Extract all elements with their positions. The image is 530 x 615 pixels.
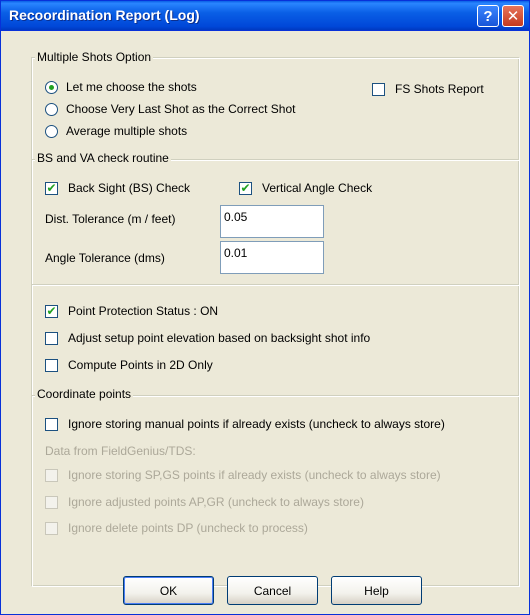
dist-tolerance-label: Dist. Tolerance (m / feet) [45, 212, 176, 226]
radio-choose-shots-button[interactable] [45, 80, 58, 94]
help-button[interactable]: Help [331, 576, 422, 605]
radio-last-shot-button[interactable] [45, 102, 58, 116]
radio-average-shots-button[interactable] [45, 124, 58, 138]
ignore-delete-label: Ignore delete points DP (uncheck to proc… [68, 521, 308, 535]
ignore-manual-box[interactable] [45, 417, 58, 431]
angle-tolerance-label: Angle Tolerance (dms) [45, 251, 165, 265]
ok-button[interactable]: OK [123, 576, 214, 605]
fs-shots-report-checkbox[interactable]: FS Shots Report [372, 82, 484, 96]
separator-protection [32, 284, 519, 286]
dialog-window: Recoordination Report (Log) ? ✕ Multiple… [0, 0, 530, 615]
bs-check-box[interactable]: ✔ [45, 181, 58, 195]
radio-average-shots[interactable]: Average multiple shots [45, 124, 187, 138]
ignore-adjusted-box[interactable] [45, 495, 58, 509]
ignore-adjusted-label: Ignore adjusted points AP,GR (uncheck to… [68, 495, 364, 509]
window-title: Recoordination Report (Log) [9, 7, 200, 23]
ignore-manual-label: Ignore storing manual points if already … [68, 417, 445, 431]
compute-2d-checkbox[interactable]: Compute Points in 2D Only [45, 358, 213, 372]
va-check-label: Vertical Angle Check [262, 181, 373, 195]
radio-last-shot-label: Choose Very Last Shot as the Correct Sho… [66, 102, 296, 116]
ignore-sp-gs-box[interactable] [45, 468, 58, 482]
ignore-delete-checkbox[interactable]: Ignore delete points DP (uncheck to proc… [45, 521, 308, 535]
ignore-sp-gs-checkbox[interactable]: Ignore storing SP,GS points if already e… [45, 468, 441, 482]
close-title-button[interactable]: ✕ [502, 5, 524, 27]
ignore-sp-gs-label: Ignore storing SP,GS points if already e… [68, 468, 441, 482]
bs-check-checkbox[interactable]: ✔ Back Sight (BS) Check [45, 181, 190, 195]
bs-check-label: Back Sight (BS) Check [68, 181, 191, 195]
adjust-setup-label: Adjust setup point elevation based on ba… [68, 331, 371, 345]
title-bar[interactable]: Recoordination Report (Log) ? ✕ [1, 1, 529, 31]
radio-choose-shots-label: Let me choose the shots [66, 80, 197, 94]
multiple-shots-group-label: Multiple Shots Option [35, 50, 154, 64]
fieldgenius-data-label: Data from FieldGenius/TDS: [45, 444, 196, 458]
ignore-delete-box[interactable] [45, 521, 58, 535]
fs-shots-report-box[interactable] [372, 82, 385, 96]
point-protection-checkbox[interactable]: ✔ Point Protection Status : ON [45, 304, 218, 318]
ignore-manual-checkbox[interactable]: Ignore storing manual points if already … [45, 417, 445, 431]
point-protection-label: Point Protection Status : ON [68, 304, 219, 318]
coordinate-points-group-label: Coordinate points [35, 387, 134, 401]
compute-2d-box[interactable] [45, 358, 58, 372]
angle-tolerance-input[interactable]: 0.01 [220, 241, 324, 274]
va-check-checkbox[interactable]: ✔ Vertical Angle Check [239, 181, 372, 195]
fs-shots-report-label: FS Shots Report [395, 82, 484, 96]
radio-choose-shots[interactable]: Let me choose the shots [45, 80, 197, 94]
compute-2d-label: Compute Points in 2D Only [68, 358, 213, 372]
cancel-button[interactable]: Cancel [227, 576, 318, 605]
dist-tolerance-input[interactable]: 0.05 [220, 205, 324, 238]
radio-average-shots-label: Average multiple shots [66, 124, 188, 138]
adjust-setup-box[interactable] [45, 331, 58, 345]
adjust-setup-checkbox[interactable]: Adjust setup point elevation based on ba… [45, 331, 370, 345]
ignore-adjusted-checkbox[interactable]: Ignore adjusted points AP,GR (uncheck to… [45, 495, 364, 509]
va-check-box[interactable]: ✔ [239, 181, 252, 195]
radio-last-shot[interactable]: Choose Very Last Shot as the Correct Sho… [45, 102, 295, 116]
point-protection-box[interactable]: ✔ [45, 304, 58, 318]
bs-va-group-label: BS and VA check routine [35, 151, 171, 165]
help-title-button[interactable]: ? [477, 5, 499, 27]
